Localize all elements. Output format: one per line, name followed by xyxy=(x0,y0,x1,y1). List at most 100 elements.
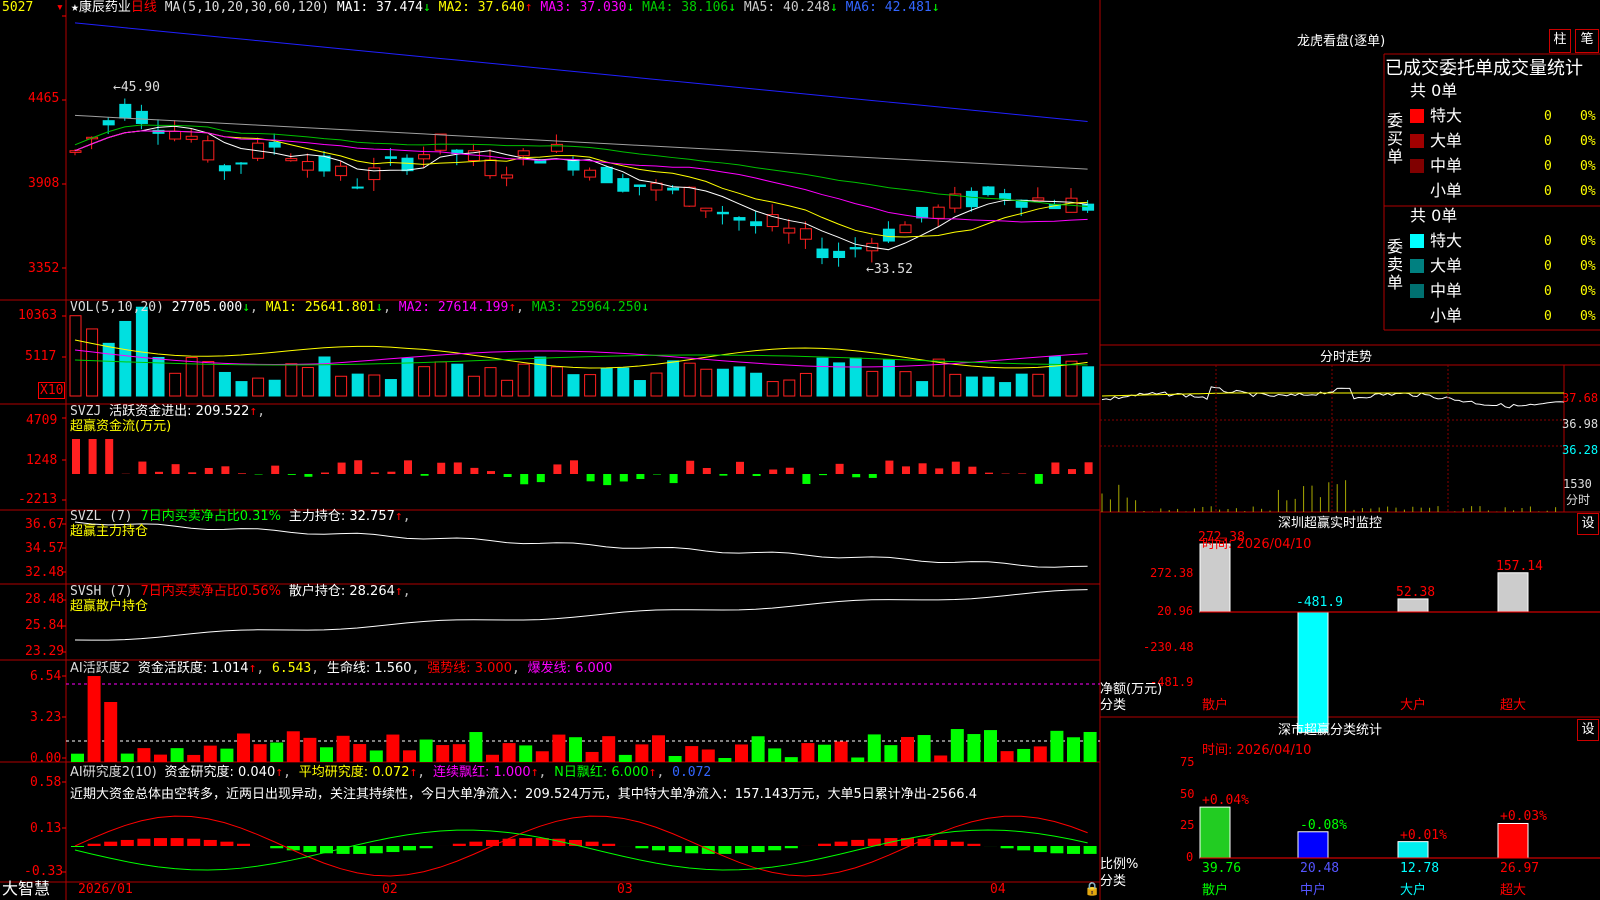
order-swatch xyxy=(1410,109,1424,123)
candle xyxy=(301,161,314,171)
candle xyxy=(716,211,729,215)
activity-bar xyxy=(502,743,516,762)
candle xyxy=(783,227,796,234)
fund-flow-bar xyxy=(1051,462,1060,474)
svzl-value: 主力持仓: 32.757 xyxy=(288,509,395,524)
ai-research-value: 资金研究度: 0.040 xyxy=(164,765,276,780)
sz-bar-value: -481.9 xyxy=(1296,595,1343,610)
activity-bar xyxy=(353,744,367,762)
cls-settings-button[interactable]: 设 xyxy=(1577,719,1599,741)
order-count: 0 xyxy=(1544,159,1552,174)
activity-bar xyxy=(1067,737,1080,762)
cls-axis-label: 0 xyxy=(1186,850,1194,864)
activity-bar xyxy=(303,737,317,762)
research-bar xyxy=(950,841,964,846)
candle xyxy=(999,193,1012,200)
research-bar xyxy=(220,841,234,846)
candle xyxy=(401,157,414,172)
cls-category: 大户 xyxy=(1400,883,1427,898)
order-percent: 0% xyxy=(1580,159,1596,174)
cls-unit: 比例% xyxy=(1100,857,1139,872)
sell-total: 共 0单 xyxy=(1410,206,1458,225)
activity-bar xyxy=(801,743,815,762)
ma-params: MA(5,10,20,30,60,120) xyxy=(164,0,330,15)
volume-bar xyxy=(451,363,464,397)
svzj-axis-label: 1248 xyxy=(26,453,58,468)
fund-flow-bar xyxy=(636,474,645,480)
app-logo[interactable]: 大智慧 xyxy=(2,880,50,898)
research-bar xyxy=(403,846,416,851)
bar-view-button[interactable]: 柱 xyxy=(1549,29,1571,53)
fund-flow-bar xyxy=(354,460,363,474)
tick-view-button[interactable]: 笔 xyxy=(1575,29,1599,53)
favorite-star-icon[interactable]: ★ xyxy=(71,0,79,15)
cls-category: 超大 xyxy=(1500,883,1527,898)
candle xyxy=(733,217,746,221)
fund-flow-bar xyxy=(470,467,479,474)
price-axis-label: 4465 xyxy=(28,91,60,106)
order-type: 特大 xyxy=(1430,106,1463,125)
research-bar xyxy=(967,843,981,846)
svzj-axis-label: 4709 xyxy=(26,413,58,428)
fund-flow-bar xyxy=(337,462,346,474)
research-bar xyxy=(104,841,118,846)
activity-bar xyxy=(768,748,782,762)
candle xyxy=(849,247,862,250)
cls-unit2: 分类 xyxy=(1100,874,1127,889)
sz-settings-button[interactable]: 设 xyxy=(1577,513,1599,535)
fund-flow-bar xyxy=(188,472,197,474)
activity-bar xyxy=(685,746,699,762)
ai-active-strong: 强势线: 3.000 xyxy=(427,661,512,676)
volume-bar xyxy=(799,372,812,397)
stock-name[interactable]: 康辰药业 xyxy=(79,0,131,15)
svzj-header: SVZJ 活跃资金进出: 209.522↑, xyxy=(70,404,266,419)
cls-bar-value: 26.97 xyxy=(1500,861,1540,876)
svzl-axis-label: 36.67 xyxy=(25,517,65,532)
volume-bar xyxy=(916,381,929,397)
fund-flow-bar xyxy=(603,474,612,486)
order-count: 0 xyxy=(1544,109,1552,124)
svsh-axis-label: 28.48 xyxy=(25,592,65,607)
lock-icon[interactable]: 🔒 xyxy=(1084,882,1100,897)
order-row: 特大 xyxy=(1410,232,1462,250)
order-count: 0 xyxy=(1544,284,1552,299)
candle xyxy=(235,162,248,165)
cls-bar-0 xyxy=(1199,806,1231,859)
research-bar xyxy=(1033,846,1047,853)
cls-bar-1 xyxy=(1297,831,1329,859)
activity-bar xyxy=(618,754,632,762)
ai-research-header: AI研究度2(10) 资金研究度: 0.040↑, 平均研究度: 0.072↑,… xyxy=(70,765,712,780)
volume-bar xyxy=(1048,356,1061,397)
candle xyxy=(833,250,846,259)
volume-bar xyxy=(584,374,597,397)
candle xyxy=(517,150,530,157)
ma3-arrow: ↓ xyxy=(626,0,635,15)
fund-flow-bar xyxy=(387,471,396,474)
candle xyxy=(285,158,298,162)
activity-bar xyxy=(652,735,665,762)
ma5-value: MA5: 40.248 xyxy=(743,0,830,15)
svsh-axis-label: 25.84 xyxy=(25,618,65,633)
fund-flow-bar xyxy=(902,466,910,474)
activity-bar xyxy=(834,741,848,762)
ai-research-cont: 连续飘红: 1.000 xyxy=(432,765,531,780)
activity-bar xyxy=(901,736,914,762)
fund-flow-bar xyxy=(304,474,313,477)
cls-bar-change: +0.04% xyxy=(1202,793,1249,809)
menu-icon[interactable]: ▾ xyxy=(56,0,64,15)
cls-axis-label: 25 xyxy=(1180,818,1195,832)
period-label[interactable]: 日线 xyxy=(131,0,157,15)
volume-bar xyxy=(849,357,862,397)
ai-research-avg: 平均研究度: 0.072 xyxy=(298,765,410,780)
low-price-note: ←33.52 xyxy=(866,262,913,277)
ai-active-life: 生命线: 1.560 xyxy=(326,661,412,676)
volume-bar xyxy=(949,373,962,397)
order-type: 中单 xyxy=(1430,156,1463,175)
volume-bar xyxy=(418,366,431,397)
research-bar xyxy=(237,843,250,846)
research-line-green xyxy=(74,829,1088,871)
cls-category: 散户 xyxy=(1202,883,1229,898)
fund-flow-bar xyxy=(1034,474,1043,484)
ma5-line xyxy=(74,114,1088,170)
volume-bar xyxy=(766,381,779,397)
